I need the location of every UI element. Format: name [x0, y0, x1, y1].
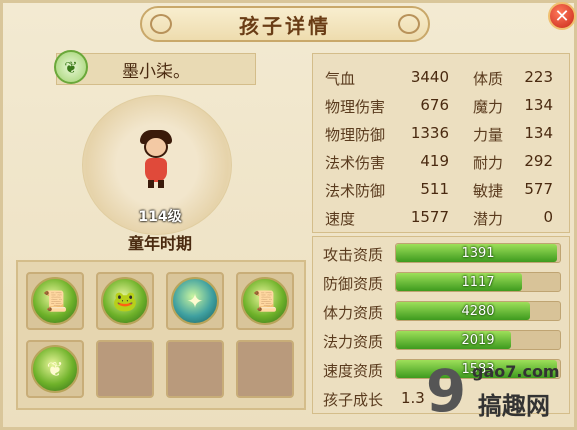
skill-slot[interactable]: 📜 [236, 272, 294, 330]
scroll-skill-icon: 📜 [31, 277, 79, 325]
stat-value: 419 [420, 152, 449, 170]
stat-label: 气血 [325, 70, 356, 88]
stat-label: 物理防御 [325, 126, 386, 144]
aptitude-label: 法力资质 [323, 333, 384, 351]
attr-row: 魔力 134 [473, 96, 553, 120]
ornament-icon [150, 14, 172, 34]
skill-slot[interactable]: ❦ [26, 340, 84, 398]
stat-row: 法术防御 511 [325, 180, 449, 204]
close-button[interactable]: ✕ [548, 2, 576, 30]
aptitude-value: 1117 [461, 274, 495, 290]
attr-value: 577 [524, 180, 553, 198]
scroll-skill-icon: 📜 [241, 277, 289, 325]
attr-label: 体质 [473, 70, 504, 88]
char-head [144, 136, 168, 158]
aptitude-value: 4280 [461, 303, 495, 319]
empty-skill-slot[interactable] [236, 340, 294, 398]
aptitude-bar: 1391 [395, 243, 561, 263]
window-title: 孩子详情 [239, 13, 331, 38]
empty-skill-slot[interactable] [96, 340, 154, 398]
attr-value: 223 [524, 68, 553, 86]
watermark: 9 gao7.com 搞趣网 [420, 358, 570, 424]
stat-value: 3440 [410, 68, 449, 86]
watermark-name: 搞趣网 [478, 392, 550, 420]
stat-value: 1336 [410, 124, 449, 142]
stat-value: 676 [420, 96, 449, 114]
attr-label: 潜力 [473, 210, 504, 228]
attr-value: 0 [543, 208, 553, 226]
aptitude-label: 体力资质 [323, 304, 384, 322]
aptitude-label: 速度资质 [323, 362, 384, 380]
stat-row: 物理伤害 676 [325, 96, 449, 120]
aptitude-bar: 2019 [395, 330, 561, 350]
child-avatar[interactable] [136, 130, 176, 188]
stat-value: 511 [420, 180, 449, 198]
close-icon: ✕ [554, 5, 570, 27]
watermark-site: gao7.com [472, 362, 560, 381]
attr-row: 耐力 292 [473, 152, 553, 176]
attr-value: 134 [524, 124, 553, 142]
ornament-icon [398, 14, 420, 34]
beetle-skill-icon: ✦ [171, 277, 219, 325]
aptitude-value: 2019 [461, 332, 495, 348]
char-body [145, 158, 167, 182]
aptitude-bar: 4280 [395, 301, 561, 321]
attr-label: 魔力 [473, 98, 504, 116]
stat-row: 气血 3440 [325, 68, 449, 92]
title-bar: 孩子详情 [140, 6, 430, 42]
attr-label: 耐力 [473, 154, 504, 172]
attr-row: 力量 134 [473, 124, 553, 148]
stats-panel: 气血 3440 物理伤害 676 物理防御 1336 法术伤害 419 法术防御… [312, 53, 570, 233]
child-stage: 童年时期 [127, 234, 192, 253]
stat-label: 速度 [325, 210, 356, 228]
attr-label: 敏捷 [473, 182, 504, 200]
attr-row: 潜力 0 [473, 208, 553, 232]
empty-skill-slot[interactable] [166, 340, 224, 398]
child-name: 墨小柒。 [122, 61, 190, 82]
aptitude-label: 攻击资质 [323, 246, 384, 264]
attr-value: 134 [524, 96, 553, 114]
stat-row: 法术伤害 419 [325, 152, 449, 176]
attr-label: 力量 [473, 126, 504, 144]
attr-value: 292 [524, 152, 553, 170]
skill-slot[interactable]: 📜 [26, 272, 84, 330]
leaf-emblem-icon: ❦ [54, 50, 88, 84]
char-leg [158, 180, 164, 188]
stat-row: 物理防御 1336 [325, 124, 449, 148]
stat-label: 法术伤害 [325, 154, 386, 172]
stat-label: 物理伤害 [325, 98, 386, 116]
stat-label: 法术防御 [325, 182, 386, 200]
aptitude-value: 1391 [461, 245, 495, 261]
skill-panel: 📜 🐸 ✦ 📜 ❦ [16, 260, 306, 410]
leaf-skill-icon: ❦ [31, 345, 79, 393]
stat-value: 1577 [410, 208, 449, 226]
attr-row: 体质 223 [473, 68, 553, 92]
watermark-logo: 9 [425, 357, 467, 425]
skill-slot[interactable]: 🐸 [96, 272, 154, 330]
child-level: 114级 [138, 209, 182, 225]
attr-row: 敏捷 577 [473, 180, 553, 204]
skill-slot[interactable]: ✦ [166, 272, 224, 330]
char-leg [148, 180, 154, 188]
stat-row: 速度 1577 [325, 208, 449, 232]
frog-skill-icon: 🐸 [101, 277, 149, 325]
aptitude-label: 防御资质 [323, 275, 384, 293]
growth-label: 孩子成长 [323, 391, 384, 409]
aptitude-bar: 1117 [395, 272, 561, 292]
